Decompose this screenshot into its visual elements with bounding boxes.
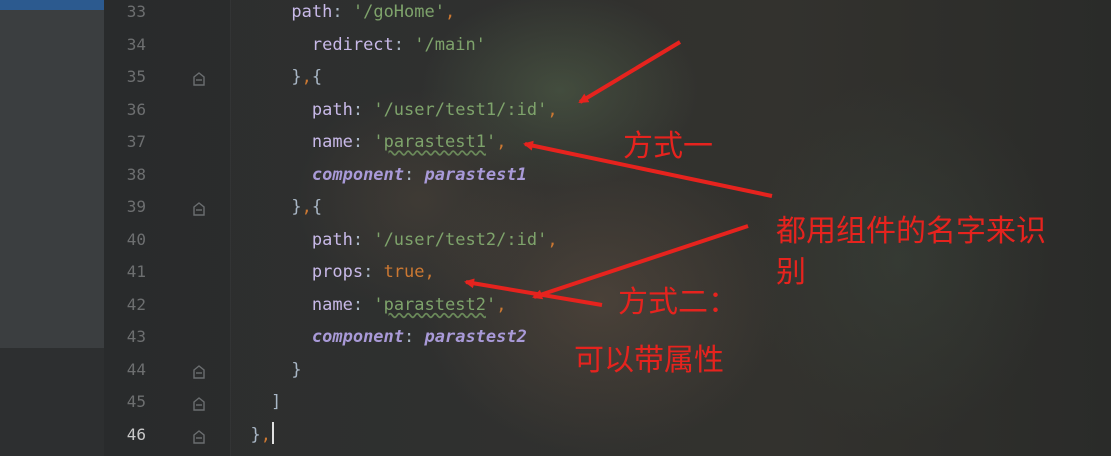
annotation-with-props: 可以带属性 <box>574 343 724 378</box>
arrow-to-path <box>578 40 682 104</box>
annotation-method-one: 方式一 <box>623 129 713 164</box>
annotation-identify-line2: 别 <box>776 255 806 290</box>
arrow-to-props <box>464 278 603 307</box>
annotation-method-two: 方式二： <box>618 285 738 320</box>
annotation-identify-line1: 都用组件的名字来识 <box>776 214 1046 249</box>
